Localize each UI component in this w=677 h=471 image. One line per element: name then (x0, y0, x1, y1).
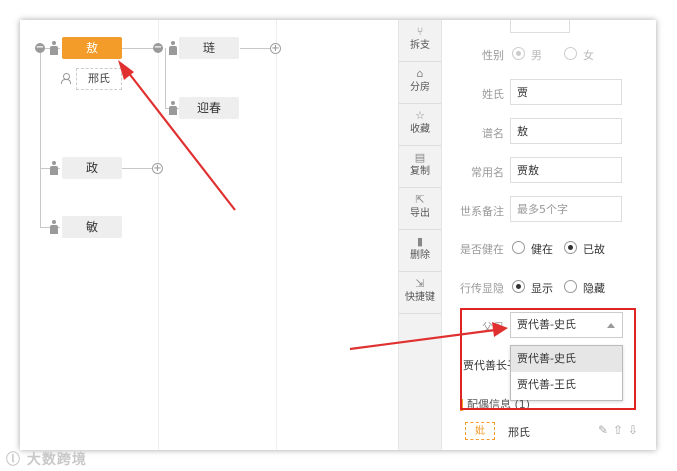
surname-input[interactable]: 贾 (510, 79, 622, 105)
split-branch-button[interactable]: ⑂ 拆支 (399, 20, 441, 62)
tree-connector (122, 168, 152, 169)
export-button[interactable]: ⇱ 导出 (399, 188, 441, 230)
collapse-icon[interactable]: − (35, 43, 45, 53)
spouse-name[interactable]: 邢氏 (508, 424, 530, 440)
tool-label: 收藏 (410, 124, 430, 135)
favorite-button[interactable]: ☆ 收藏 (399, 104, 441, 146)
highlight-box (460, 308, 636, 410)
generation-guide (276, 20, 277, 450)
watermark-text: 大数跨境 (26, 452, 87, 468)
shortcut-button[interactable]: ⇲ 快捷键 (399, 272, 441, 314)
tree-node[interactable]: 敏 (62, 216, 122, 238)
arrow-up-icon[interactable]: ⇧ (613, 423, 623, 437)
house-icon: ⌂ (416, 67, 424, 80)
tree-node[interactable]: 琏 (179, 37, 239, 59)
family-tree-canvas[interactable]: − − + + 敖 琏 迎春 政 敏 邢氏 (20, 20, 398, 450)
male-person-icon (169, 41, 177, 55)
expand-icon[interactable]: + (152, 163, 163, 174)
expand-icon[interactable]: + (270, 43, 281, 54)
spouse-icon (60, 73, 71, 84)
alive-living-label: 健在 (531, 243, 553, 256)
shortcut-icon: ⇲ (415, 277, 425, 290)
alive-label: 是否健在 (460, 243, 504, 256)
female-person-icon (169, 101, 177, 115)
tool-label: 拆支 (410, 40, 430, 51)
tool-label: 导出 (410, 208, 430, 219)
alive-deceased-label: 已故 (583, 243, 605, 256)
alive-deceased-radio[interactable] (564, 241, 577, 254)
star-icon: ☆ (415, 109, 425, 122)
edit-icon[interactable]: ✎ (598, 423, 608, 437)
tree-connector (240, 48, 270, 49)
common-name-input[interactable]: 贾敖 (510, 157, 622, 183)
gender-male-radio[interactable] (512, 47, 525, 60)
male-person-icon (50, 41, 58, 55)
gender-female-radio[interactable] (564, 47, 577, 60)
gender-male-label: 男 (531, 49, 542, 62)
tool-label: 快捷键 (405, 292, 435, 303)
delete-button[interactable]: ▮ 删除 (399, 230, 441, 272)
logo-icon: ⓛ (6, 452, 21, 468)
alive-living-radio[interactable] (512, 241, 525, 254)
biography-hide-radio[interactable] (564, 280, 577, 293)
genealogy-name-input[interactable]: 敖 (510, 118, 622, 144)
trash-icon: ▮ (416, 235, 424, 248)
copy-button[interactable]: ▤ 复制 (399, 146, 441, 188)
spouse-tag: 妣 (465, 422, 495, 440)
tree-node[interactable]: 迎春 (179, 97, 239, 119)
tool-label: 复制 (410, 166, 430, 177)
avatar-box[interactable] (510, 20, 570, 33)
spouse-node[interactable]: 邢氏 (76, 68, 122, 90)
tree-node-selected[interactable]: 敖 (62, 37, 122, 59)
gender-female-label: 女 (583, 49, 594, 62)
tree-node[interactable]: 政 (62, 157, 122, 179)
gender-label: 性别 (482, 49, 504, 62)
tree-connector (165, 48, 166, 108)
tool-label: 删除 (410, 250, 430, 261)
biography-hide-label: 隐藏 (583, 282, 605, 295)
tree-connector (122, 48, 156, 49)
lineage-note-label: 世系备注 (460, 205, 504, 218)
export-icon: ⇱ (415, 193, 425, 206)
branch-house-button[interactable]: ⌂ 分房 (399, 62, 441, 104)
copy-icon: ▤ (414, 151, 426, 164)
surname-label: 姓氏 (482, 88, 504, 101)
genealogy-name-label: 谱名 (482, 127, 504, 140)
common-name-label: 常用名 (471, 166, 504, 179)
biography-visibility-label: 行传显隐 (460, 282, 504, 295)
biography-show-label: 显示 (531, 282, 553, 295)
collapse-icon[interactable]: − (153, 43, 163, 53)
generation-guide (158, 20, 159, 450)
split-icon: ⑂ (416, 25, 424, 38)
watermark: ⓛ 大数跨境 (6, 449, 87, 469)
toolbar: ⑂ 拆支 ⌂ 分房 ☆ 收藏 ▤ 复制 ⇱ 导出 ▮ 删除 ⇲ 快捷键 (398, 20, 442, 450)
tree-connector (40, 48, 41, 228)
arrow-down-icon[interactable]: ⇩ (628, 423, 638, 437)
tool-label: 分房 (410, 82, 430, 93)
female-person-icon (50, 220, 58, 234)
lineage-note-input[interactable]: 最多5个字 (510, 196, 622, 222)
app-frame: − − + + 敖 琏 迎春 政 敏 邢氏 ⑂ 拆支 ⌂ 分房 ☆ 收藏 ▤ 复… (20, 20, 656, 450)
biography-show-radio[interactable] (512, 280, 525, 293)
male-person-icon (50, 161, 58, 175)
